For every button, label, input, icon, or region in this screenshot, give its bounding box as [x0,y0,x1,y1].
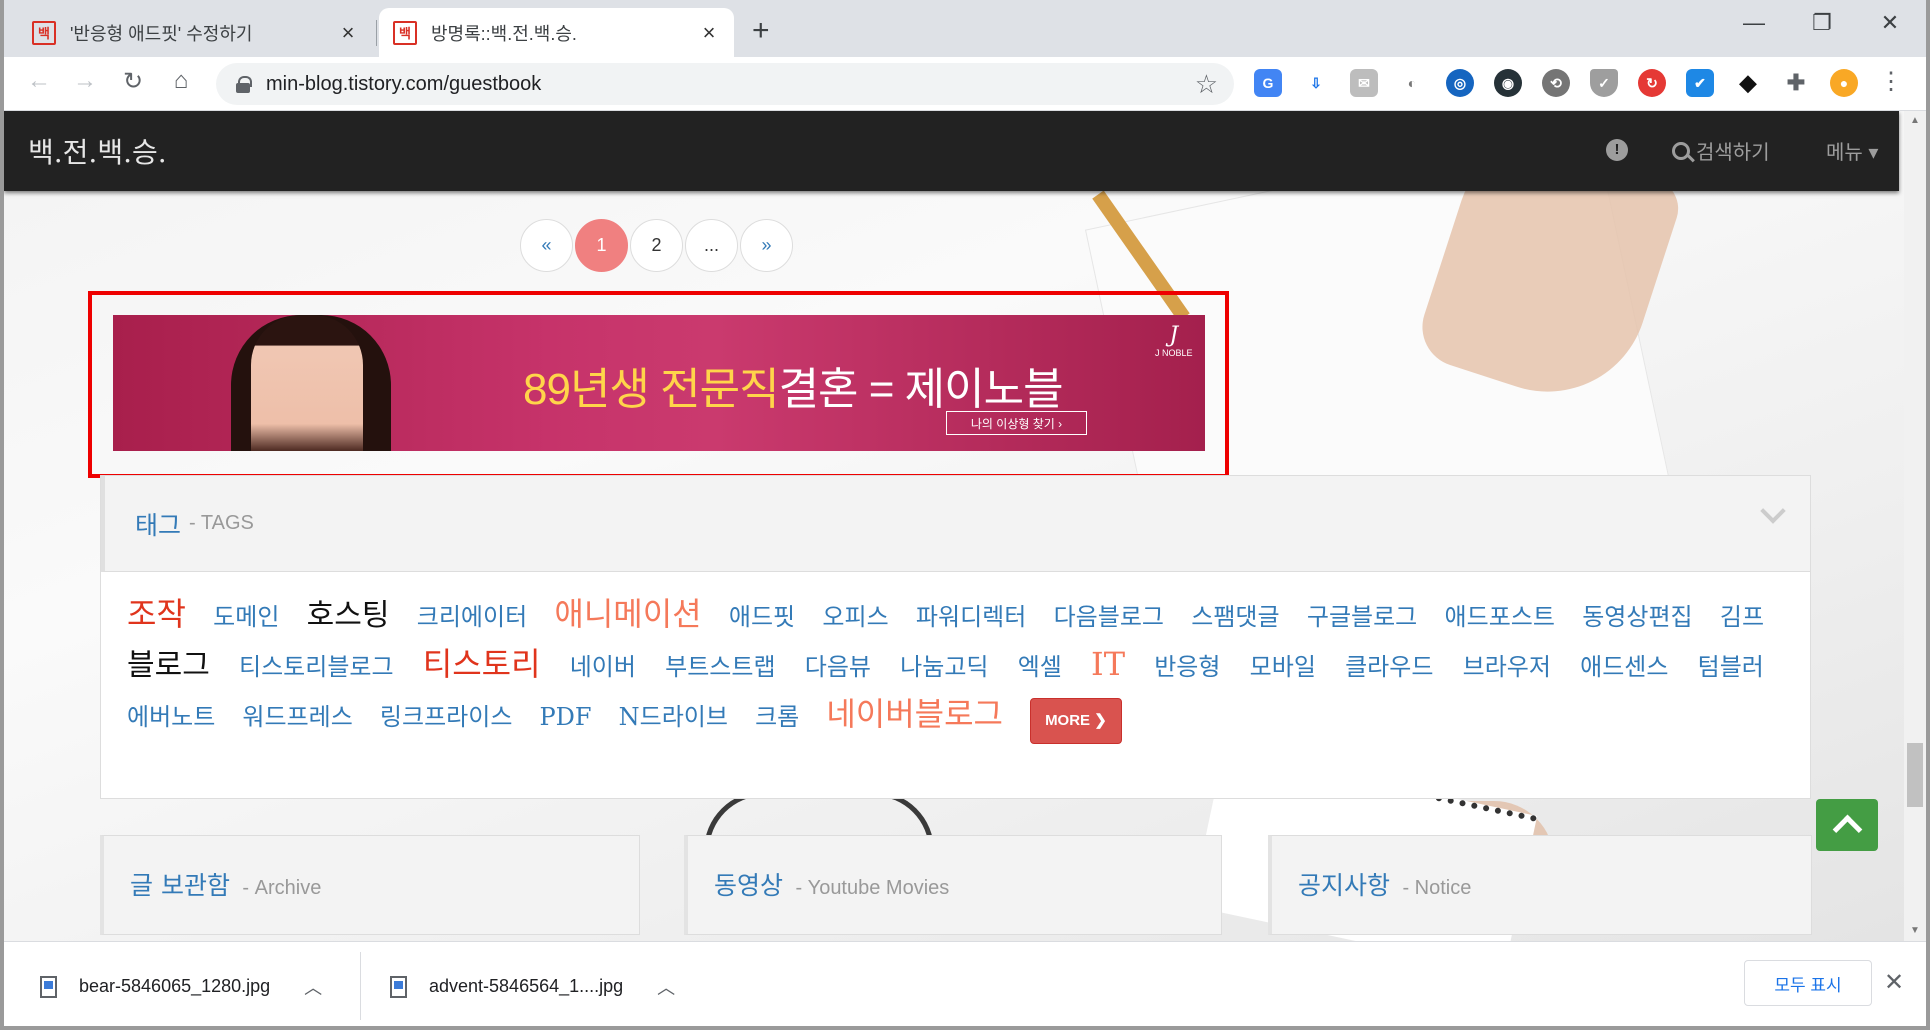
window-frame [0,0,1930,1030]
